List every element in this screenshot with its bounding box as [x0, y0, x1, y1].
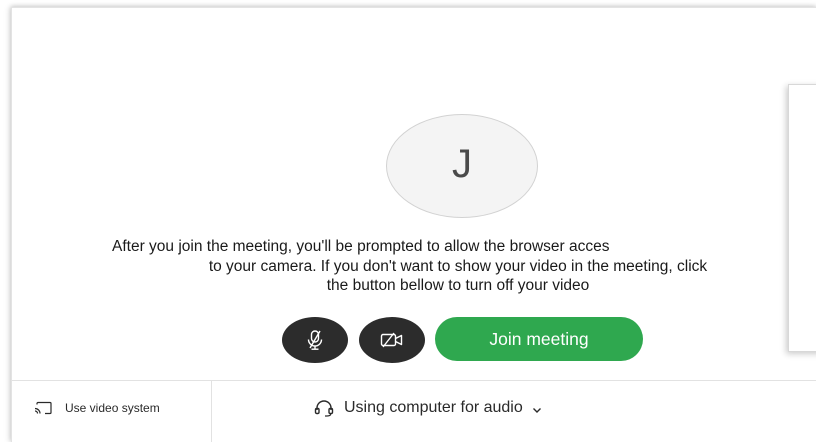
- footer-separator: [211, 381, 212, 442]
- footer-divider: [12, 380, 816, 381]
- cast-screen-icon: [34, 401, 52, 415]
- audio-connection-label: Using computer for audio: [344, 399, 523, 416]
- avatar-initial: J: [452, 141, 472, 186]
- use-video-system-button[interactable]: Use video system: [34, 401, 160, 415]
- join-instructions: After you join the meeting, you'll be pr…: [108, 237, 816, 296]
- instruction-line-3: the button bellow to turn off your video: [326, 277, 590, 294]
- stop-video-button[interactable]: [359, 317, 425, 363]
- chevron-down-icon: [531, 405, 543, 415]
- headset-icon: [314, 399, 334, 417]
- microphone-muted-icon: [305, 329, 325, 351]
- instruction-line-2: to your camera. If you don't want to sho…: [208, 257, 708, 275]
- join-meeting-button[interactable]: Join meeting: [435, 317, 643, 361]
- side-panel: [788, 84, 816, 352]
- audio-connection-dropdown[interactable]: Using computer for audio: [314, 399, 543, 417]
- meeting-preview-window: J After you join the meeting, you'll be …: [11, 7, 816, 442]
- avatar: J: [386, 114, 538, 218]
- mute-button[interactable]: [282, 317, 348, 363]
- use-video-system-label: Use video system: [65, 401, 160, 415]
- video-camera-off-icon: [380, 332, 404, 348]
- instruction-line-1: After you join the meeting, you'll be pr…: [112, 238, 610, 255]
